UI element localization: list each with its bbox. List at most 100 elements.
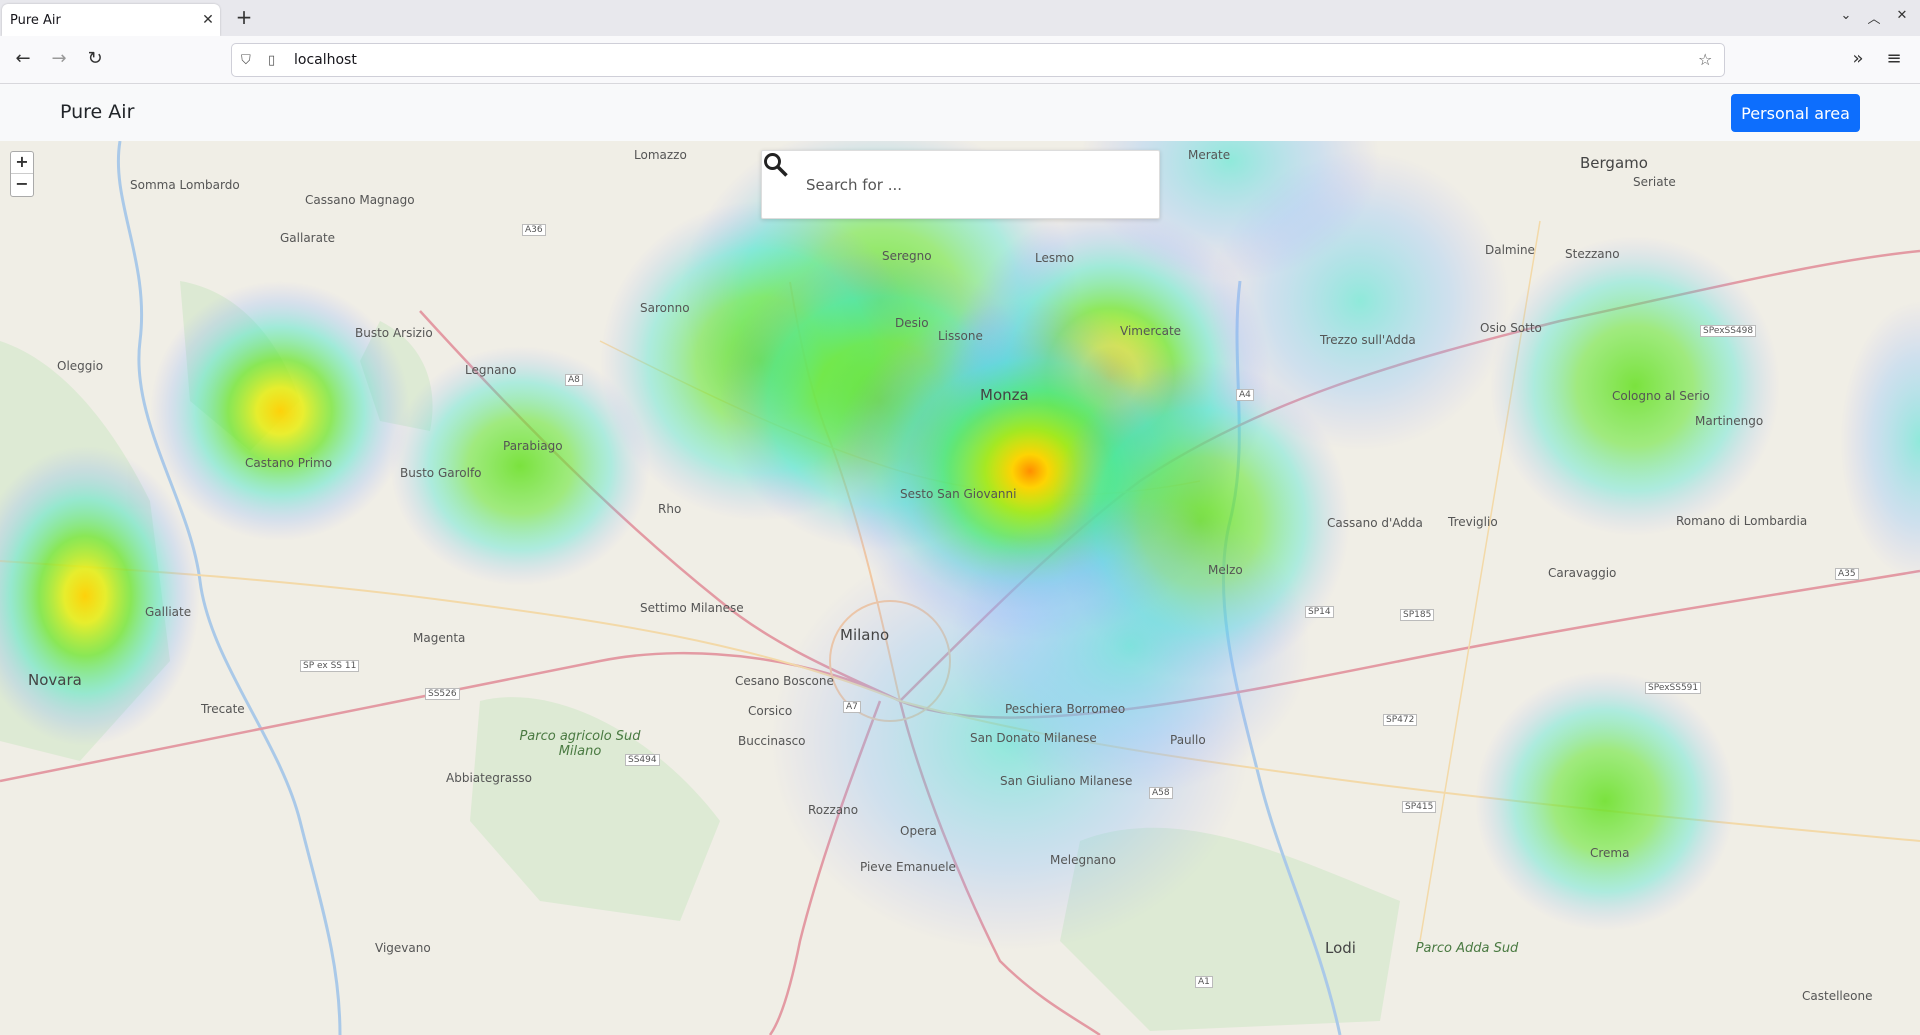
map-label-town: Trezzo sull'Adda	[1320, 333, 1416, 347]
personal-area-button[interactable]: Personal area	[1731, 94, 1860, 132]
browser-tabbar: Pure Air ✕ + ⌄ ︿ ✕	[0, 0, 1920, 36]
zoom-out-button[interactable]: −	[11, 174, 33, 196]
map-label-road: SPexSS498	[1700, 325, 1757, 337]
map-label-city: Lodi	[1325, 939, 1356, 957]
map-canvas	[0, 141, 1920, 1035]
map-label-town: Romano di Lombardia	[1676, 514, 1808, 528]
map-label-road: A58	[1149, 787, 1173, 799]
map-label-city: Monza	[980, 386, 1029, 404]
tab-title: Pure Air	[10, 12, 61, 28]
map-label-town: Corsico	[748, 704, 793, 718]
map-label-town: San Giuliano Milanese	[1000, 774, 1133, 788]
map-label-town: Gallarate	[280, 231, 336, 245]
map-label-town: Legnano	[465, 363, 517, 377]
map-label-town: Melzo	[1208, 563, 1243, 577]
map-label-town: Somma Lombardo	[130, 178, 240, 192]
map-label-town: Busto Garolfo	[400, 466, 482, 480]
shield-icon[interactable]: ⛉	[241, 53, 251, 68]
map-label-town: Cassano d'Adda	[1327, 516, 1423, 530]
map-label-city: Milano	[840, 626, 890, 644]
zoom-control: + −	[10, 151, 34, 197]
zoom-in-button[interactable]: +	[11, 152, 33, 174]
map-label-town: Lissone	[938, 329, 983, 343]
menu-icon[interactable]: ≡	[1882, 48, 1906, 72]
map-label-road: A7	[843, 701, 861, 713]
map-label-road: A8	[565, 374, 583, 386]
map-label-road: SP ex SS 11	[300, 660, 360, 672]
map-label-town: Opera	[900, 824, 937, 838]
map-label-town: Busto Arsizio	[355, 326, 433, 340]
map-label-town: Trecate	[201, 702, 245, 716]
bookmark-star-icon[interactable]: ☆	[1698, 50, 1712, 69]
map-label-town: Cesano Boscone	[735, 674, 834, 688]
tab-close-icon[interactable]: ✕	[196, 12, 220, 28]
map-label-town: Osio Sotto	[1480, 321, 1542, 335]
map-label-town: Galliate	[145, 605, 192, 619]
map-label-road: SS526	[425, 688, 460, 700]
map-label-town: Paullo	[1170, 733, 1206, 747]
map-label-town: Rho	[658, 502, 682, 516]
map-label-town: Stezzano	[1565, 247, 1620, 261]
map-label-town: Magenta	[413, 631, 466, 645]
browser-navbar: ← → ↻ ⛉ ▯ localhost ☆ » ≡	[0, 36, 1920, 84]
map-label-town: Merate	[1188, 148, 1231, 162]
map-label-road: A35	[1835, 568, 1859, 580]
map-label-town: Caravaggio	[1548, 566, 1617, 580]
map-label-town: Treviglio	[1448, 515, 1498, 529]
map-label-town: Peschiera Borromeo	[1005, 702, 1126, 716]
map-label-road: SPexSS591	[1645, 682, 1702, 694]
map-label-town: Castelleone	[1802, 989, 1873, 1003]
map-label-town: Vimercate	[1120, 324, 1182, 338]
map-label-road: SS494	[625, 754, 660, 766]
map-label-road: A4	[1236, 389, 1254, 401]
map[interactable]: + − Milano Monza Bergamo Novara Lodi Crema Som…	[0, 141, 1920, 1035]
map-label-town: Cologno al Serio	[1612, 389, 1710, 403]
map-label-town: Dalmine	[1485, 243, 1535, 257]
search-icon[interactable]	[762, 151, 790, 179]
map-label-town: Settimo Milanese	[640, 601, 744, 615]
forward-icon[interactable]: →	[47, 48, 71, 72]
map-label-town: Sesto San Giovanni	[900, 487, 1017, 501]
map-label-town: Lomazzo	[634, 148, 687, 162]
browser-tab[interactable]: Pure Air ✕	[2, 4, 220, 36]
url-bar[interactable]: ⛉ ▯ localhost ☆	[231, 43, 1725, 77]
new-tab-icon[interactable]: +	[232, 6, 256, 30]
reload-icon[interactable]: ↻	[83, 48, 107, 72]
map-label-town: Castano Primo	[245, 456, 333, 470]
brand-title[interactable]: Pure Air	[60, 101, 134, 123]
map-label-town: Martinengo	[1695, 414, 1764, 428]
map-label-town: Parabiago	[503, 439, 563, 453]
url-text[interactable]: localhost	[294, 52, 357, 68]
map-label-town: Cassano Magnago	[305, 193, 415, 207]
search-input[interactable]	[806, 167, 1146, 203]
back-icon[interactable]: ←	[11, 48, 35, 72]
map-label-town: San Donato Milanese	[970, 731, 1097, 745]
map-label-town: Buccinasco	[738, 734, 806, 748]
map-label-town: Melegnano	[1050, 853, 1116, 867]
map-label-road: SP415	[1402, 801, 1437, 813]
map-label-town: Pieve Emanuele	[860, 860, 956, 874]
map-label-road: A36	[522, 224, 546, 236]
map-label-town: Oleggio	[57, 359, 104, 373]
minimize-icon[interactable]: ︿	[1864, 8, 1884, 27]
map-label-town: Desio	[895, 316, 929, 330]
map-label-city: Bergamo	[1580, 154, 1648, 172]
map-label-town: Seregno	[882, 249, 932, 263]
map-label-town: Crema	[1590, 846, 1630, 860]
map-label-town: Vigevano	[375, 941, 431, 955]
close-window-icon[interactable]: ✕	[1892, 8, 1912, 23]
list-tabs-icon[interactable]: ⌄	[1836, 8, 1856, 23]
map-label-park: Parco Adda Sud	[1415, 941, 1519, 956]
map-label-town: Lesmo	[1035, 251, 1075, 265]
map-label-town: Abbiategrasso	[446, 771, 532, 785]
map-label-town: Saronno	[640, 301, 690, 315]
map-label-town: Seriate	[1633, 175, 1676, 189]
page-icon: ▯	[268, 53, 276, 68]
map-label-road: SP472	[1383, 714, 1418, 726]
map-label-road: SP14	[1305, 606, 1334, 618]
extensions-overflow-icon[interactable]: »	[1846, 48, 1870, 72]
search-box	[761, 150, 1160, 219]
map-label-city: Novara	[28, 671, 82, 689]
map-label-town: Rozzano	[808, 803, 859, 817]
app-header: Pure Air Personal area	[0, 85, 1920, 141]
